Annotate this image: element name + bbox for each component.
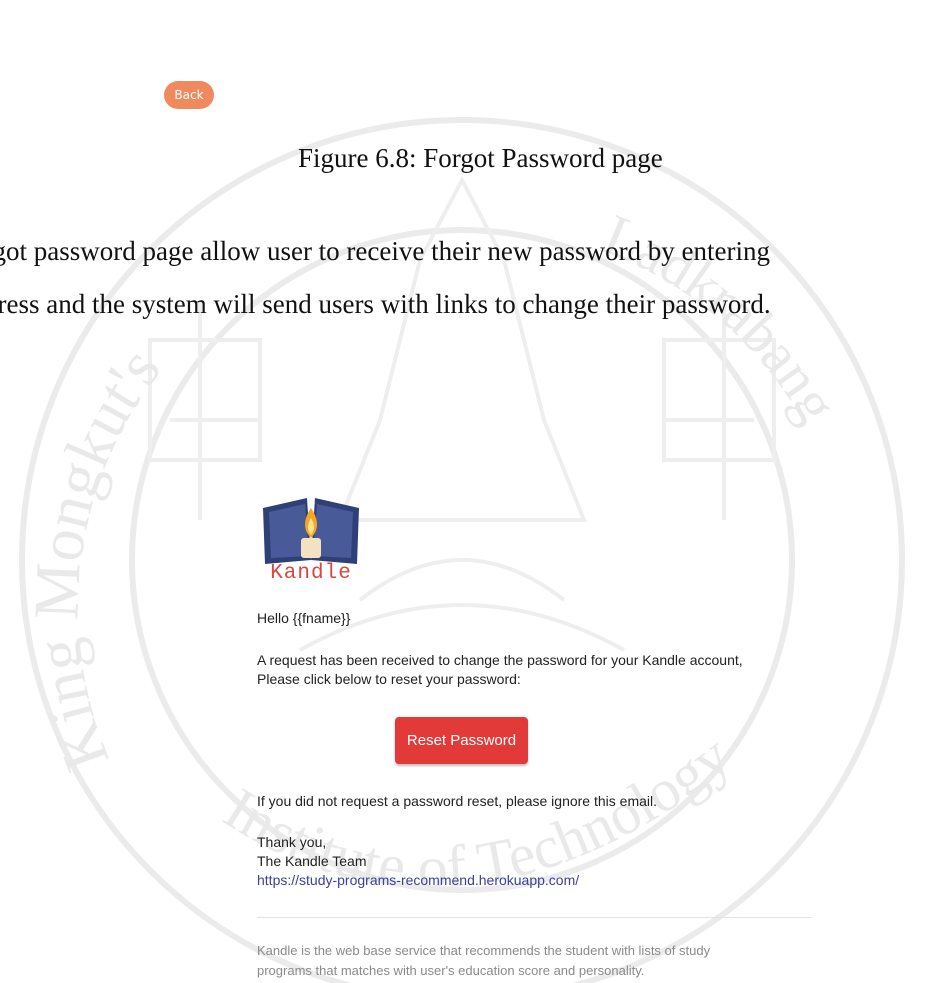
description-line-1: rgot password page allow user to receive… bbox=[0, 236, 771, 266]
website-link[interactable]: https://study-programs-recommend.herokua… bbox=[257, 872, 579, 888]
svg-text:King Mongkut's: King Mongkut's bbox=[20, 334, 173, 780]
footer-line-2: programs that matches with user's educat… bbox=[257, 963, 645, 978]
thanks-text: Thank you, bbox=[257, 834, 327, 850]
kandle-logo: Kandle bbox=[259, 494, 363, 590]
signoff: Thank you, The Kandle Team https://study… bbox=[257, 833, 579, 890]
footer-description: Kandle is the web base service that reco… bbox=[257, 941, 710, 981]
reset-password-button[interactable]: Reset Password bbox=[395, 717, 528, 764]
team-name: The Kandle Team bbox=[257, 853, 367, 869]
greeting: Hello {{fname}} bbox=[257, 610, 351, 626]
watermark-left-text: King Mongkut's bbox=[20, 334, 173, 780]
footer-line-1: Kandle is the web base service that reco… bbox=[257, 943, 711, 958]
description-line-2: dress and the system will send users wit… bbox=[0, 289, 771, 319]
divider bbox=[257, 917, 811, 918]
book-candle-icon bbox=[263, 498, 359, 564]
logo-text: Kandle bbox=[270, 562, 352, 585]
figure-caption: Figure 6.8: Forgot Password page bbox=[298, 143, 663, 173]
request-message: A request has been received to change th… bbox=[257, 651, 743, 689]
request-line-2: Please click below to reset your passwor… bbox=[257, 671, 521, 687]
request-line-1: A request has been received to change th… bbox=[257, 652, 743, 668]
ignore-notice: If you did not request a password reset,… bbox=[257, 793, 657, 809]
back-button[interactable]: Back bbox=[164, 81, 214, 109]
